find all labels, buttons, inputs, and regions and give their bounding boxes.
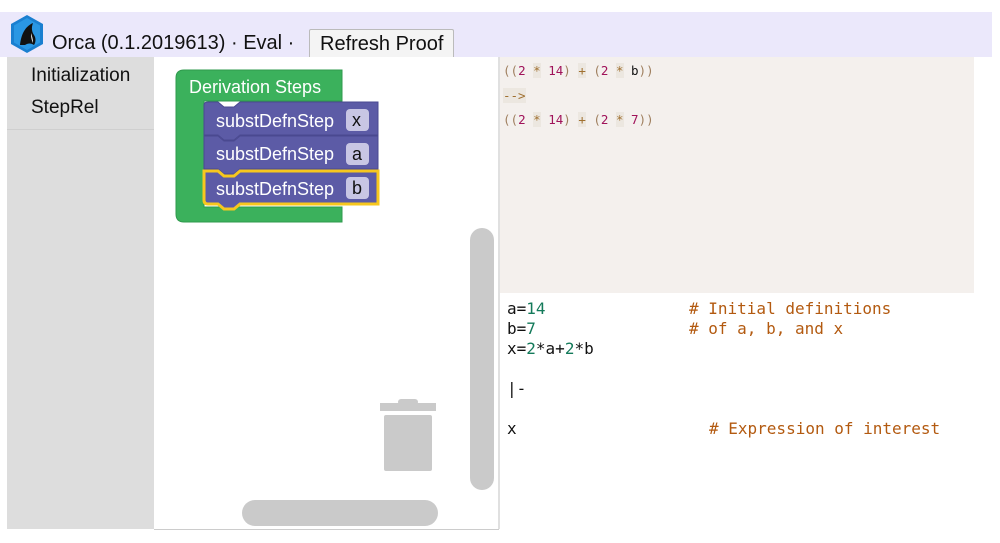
step-block-label: substDefnStep xyxy=(216,179,334,199)
orca-logo-icon xyxy=(11,15,43,53)
editor-line: x xyxy=(507,419,517,438)
toolbox-category-steprel[interactable]: StepRel xyxy=(31,97,99,119)
step-block[interactable]: substDefnStep x xyxy=(203,101,379,141)
output-arrow: --> xyxy=(503,88,526,103)
definitions-editor[interactable]: a=14 # Initial definitions b=7 # of a, b… xyxy=(498,293,1000,529)
output-line: ((2 * 14) + (2 * 7)) xyxy=(503,112,654,127)
step-field-value: a xyxy=(352,144,363,164)
editor-turnstile: |- xyxy=(507,379,527,398)
step-block-selected[interactable]: substDefnStep b xyxy=(202,169,380,211)
editor-line: a=14 xyxy=(507,299,546,318)
proof-output-panel: ((2 * 14) + (2 * b)) --> ((2 * 14) + (2 … xyxy=(498,57,974,293)
editor-comment: # Initial definitions xyxy=(689,299,892,318)
editor-line: b=7 xyxy=(507,319,536,338)
derivation-steps-label: Derivation Steps xyxy=(189,77,321,97)
step-block-label: substDefnStep xyxy=(216,111,334,131)
refresh-proof-button[interactable]: Refresh Proof xyxy=(309,29,455,57)
vertical-scrollbar[interactable] xyxy=(470,228,494,490)
editor-comment: # of a, b, and x xyxy=(689,319,844,338)
step-field-value: x xyxy=(352,110,361,130)
editor-line: x=2*a+2*b xyxy=(507,339,594,358)
blocks-canvas: Derivation Steps substDefnStep x substDe… xyxy=(175,69,380,223)
output-line: ((2 * 14) + (2 * b)) xyxy=(503,63,654,78)
toolbox: Initialization StepRel xyxy=(7,57,154,529)
horizontal-scrollbar[interactable] xyxy=(242,500,438,526)
app-header: Orca (0.1.2019613) · Eval · Refresh Proo… xyxy=(0,12,992,57)
app-title: Orca (0.1.2019613) · Eval · xyxy=(52,32,295,54)
step-block[interactable]: substDefnStep a xyxy=(203,135,379,175)
trash-icon[interactable] xyxy=(380,399,436,473)
toolbox-category-initialization[interactable]: Initialization xyxy=(31,65,130,87)
toolbox-divider xyxy=(7,129,154,130)
blockly-workspace[interactable]: Derivation Steps substDefnStep x substDe… xyxy=(154,57,499,530)
step-block-label: substDefnStep xyxy=(216,144,334,164)
editor-comment: # Expression of interest xyxy=(709,419,941,438)
step-field-value: b xyxy=(352,178,362,198)
